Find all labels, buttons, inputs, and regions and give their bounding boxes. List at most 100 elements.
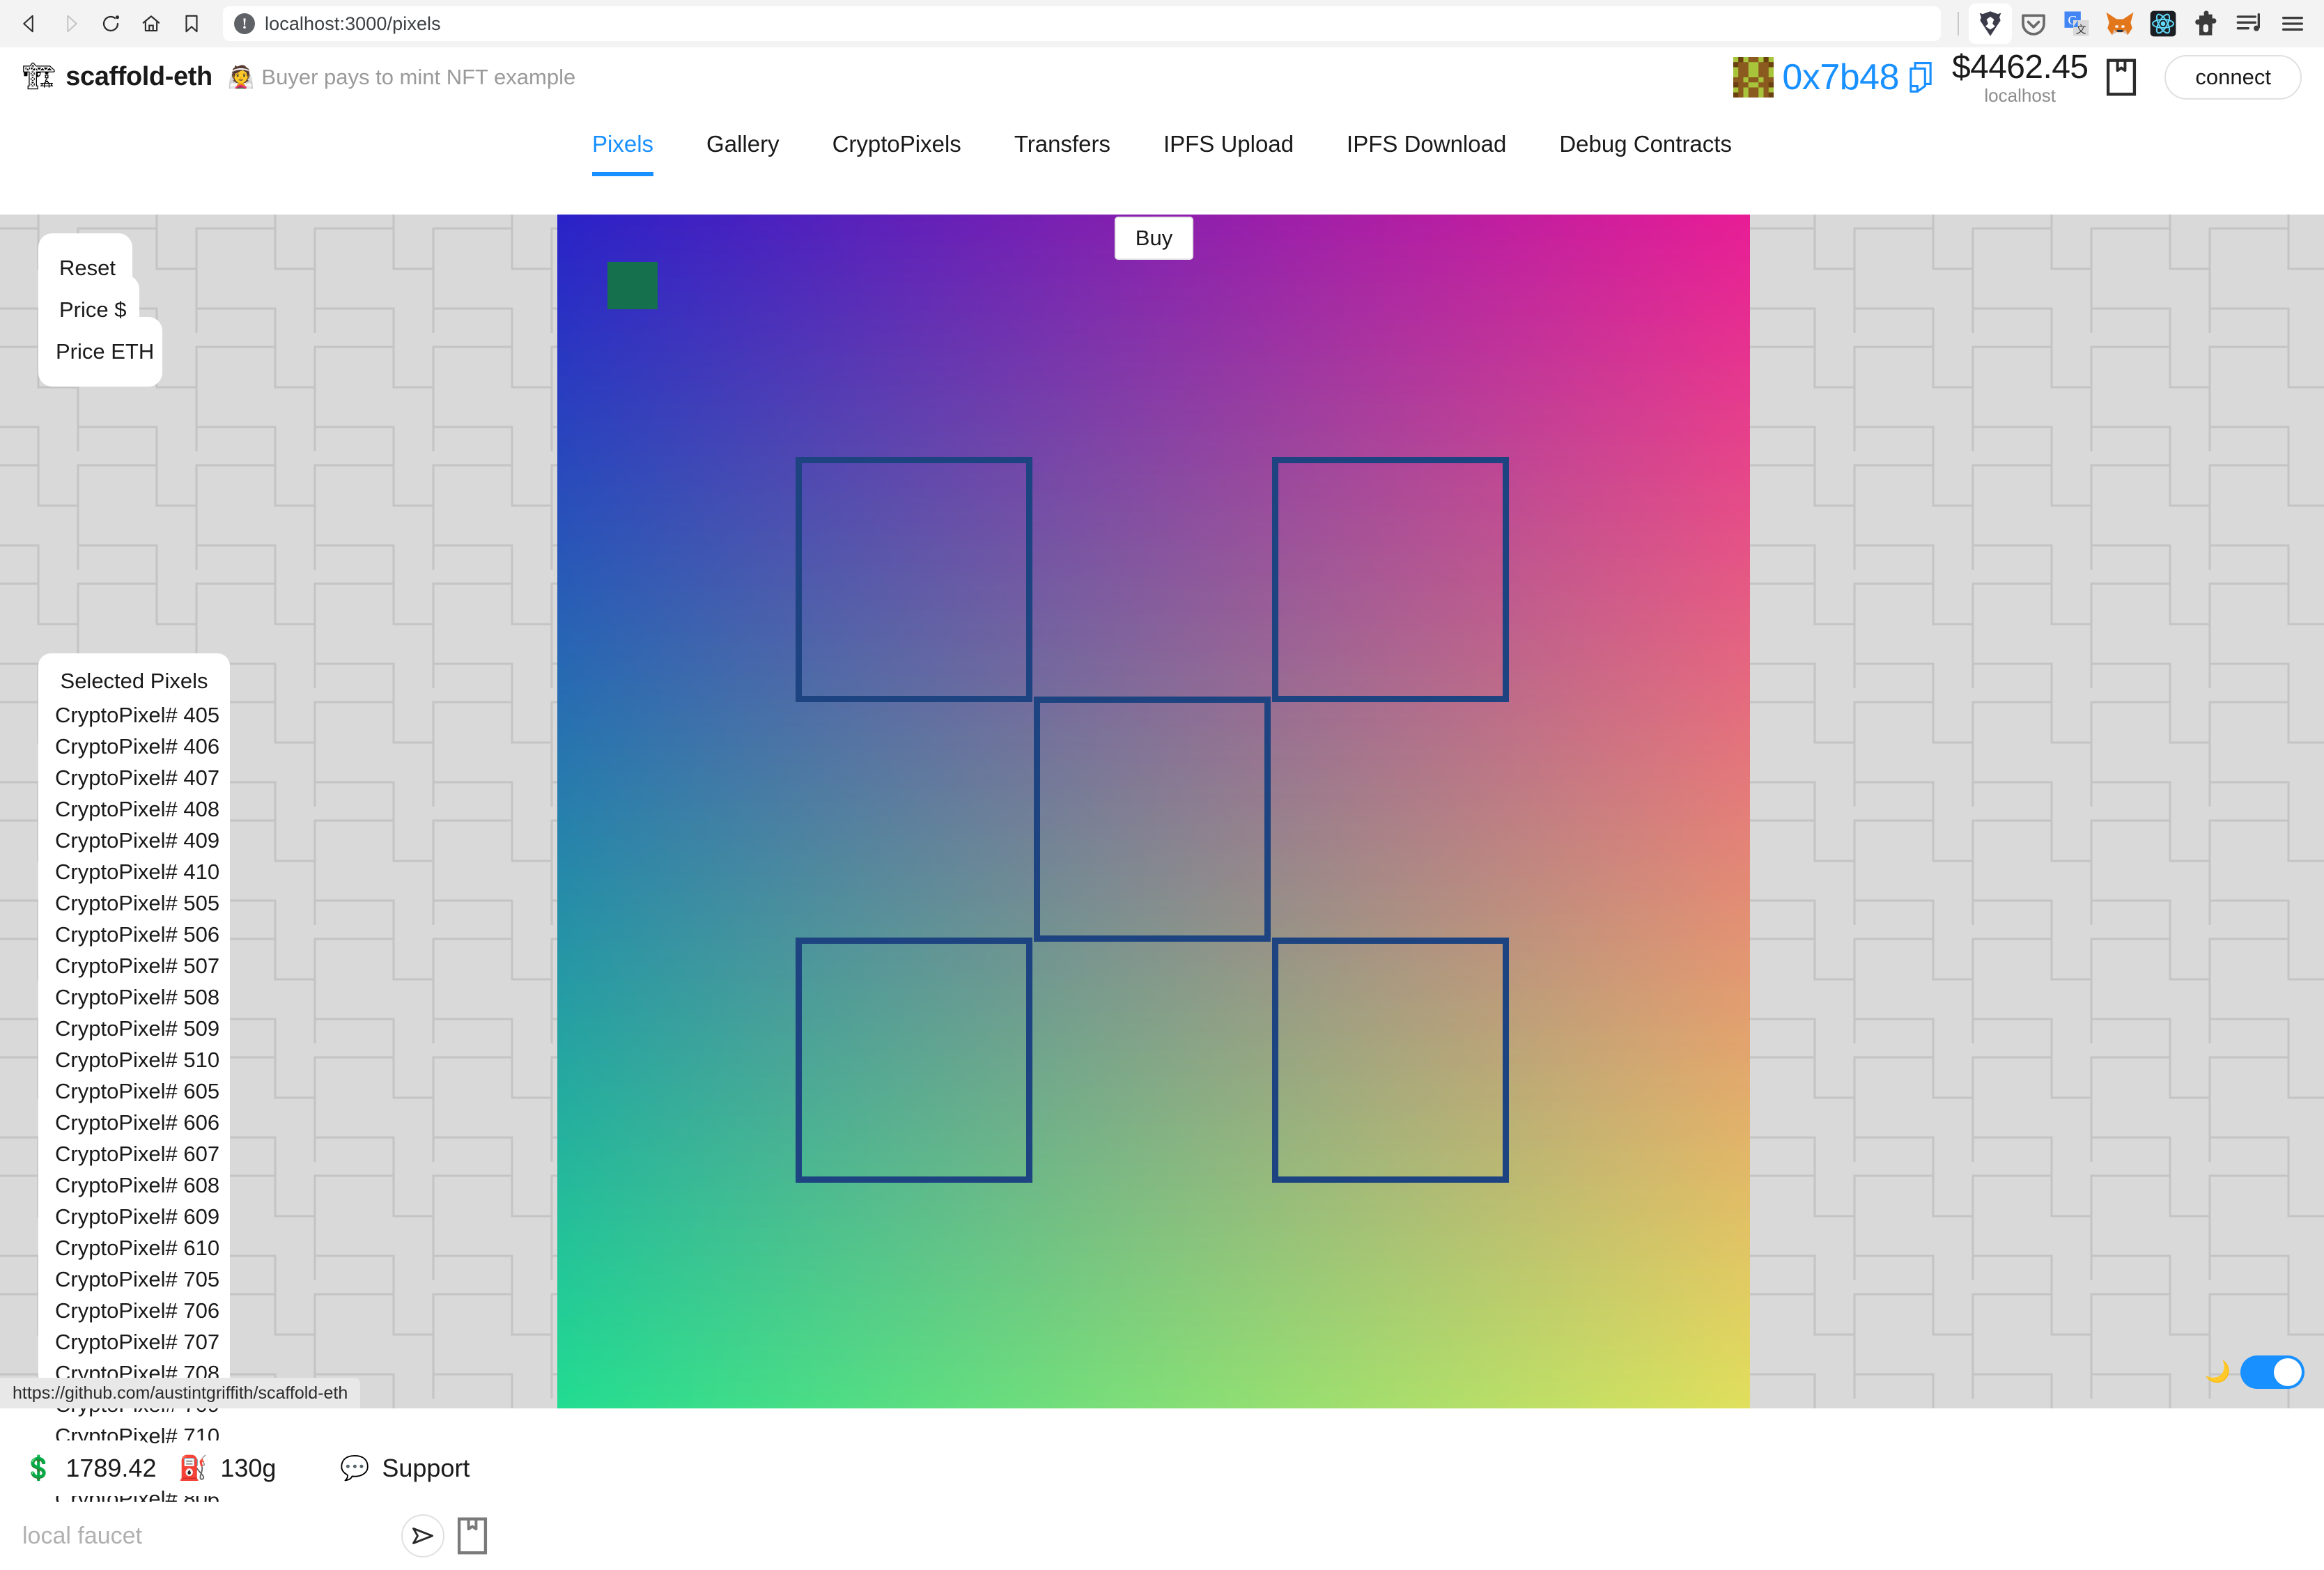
- selected-pixel-item[interactable]: CryptoPixel# 605: [38, 1075, 230, 1107]
- network-label: localhost: [1984, 84, 2056, 106]
- tab-debug-contracts[interactable]: Debug Contracts: [1533, 119, 1758, 169]
- selected-pixel-item[interactable]: CryptoPixel# 505: [38, 887, 230, 919]
- browser-toolbar: ! localhost:3000/pixels G 文: [0, 0, 2324, 47]
- brave-lion-icon[interactable]: [1969, 3, 2012, 44]
- price-pill[interactable]: 💲 1789.42: [0, 1440, 164, 1496]
- selected-pixel-item[interactable]: CryptoPixel# 607: [38, 1138, 230, 1169]
- connect-button[interactable]: connect: [2164, 54, 2302, 100]
- bookmark-icon: [185, 15, 198, 33]
- fuel-pump-icon: ⛽: [178, 1455, 208, 1482]
- page-body: Buy Reset Price $ Price ETH Selected Pix…: [0, 215, 2324, 1570]
- selected-pixel-item[interactable]: CryptoPixel# 609: [38, 1201, 230, 1232]
- blockie-avatar: [1733, 56, 1774, 98]
- dollar-icon: 💲: [24, 1455, 54, 1482]
- wallet-address[interactable]: 0x7b48: [1782, 56, 1899, 98]
- bride-icon: 👰: [227, 65, 255, 89]
- buy-button[interactable]: Buy: [1115, 217, 1193, 260]
- selected-pixels-panel: Selected Pixels CryptoPixel# 405 CryptoPi…: [38, 653, 230, 1552]
- gas-value: 130g: [220, 1454, 277, 1482]
- selected-pixel-item[interactable]: CryptoPixel# 606: [38, 1107, 230, 1138]
- site-info-icon[interactable]: !: [234, 13, 255, 34]
- selected-pixels-list[interactable]: CryptoPixel# 405 CryptoPixel# 406 CryptoPi…: [38, 699, 230, 1552]
- tab-ipfs-download[interactable]: IPFS Download: [1320, 119, 1533, 169]
- brand-name: scaffold-eth: [65, 62, 212, 91]
- dark-mode-switch[interactable]: [2240, 1355, 2304, 1389]
- selected-pixel-item[interactable]: CryptoPixel# 509: [38, 1013, 230, 1044]
- price-eth-button[interactable]: Price ETH: [38, 317, 162, 387]
- tab-pixels[interactable]: Pixels: [566, 119, 680, 176]
- address-bar[interactable]: ! localhost:3000/pixels: [223, 6, 1941, 41]
- faucet-send-button[interactable]: [401, 1514, 444, 1557]
- back-arrow-icon: [23, 15, 33, 33]
- canvas-controls: Reset Price $ Price ETH: [38, 233, 162, 387]
- selected-pixel-item[interactable]: CryptoPixel# 608: [38, 1169, 230, 1201]
- back-button[interactable]: [10, 3, 50, 44]
- gas-pill[interactable]: ⛽ 130g: [155, 1440, 294, 1496]
- balance-amount: $4462.45: [1952, 48, 2089, 86]
- selected-pixel-item[interactable]: CryptoPixel# 507: [38, 950, 230, 981]
- selected-region-center[interactable]: [1034, 697, 1271, 942]
- wallet-icon[interactable]: [2106, 59, 2137, 96]
- pocket-icon[interactable]: [2012, 3, 2055, 44]
- selected-region-top-right[interactable]: [1272, 457, 1509, 702]
- metamask-fox-icon[interactable]: [2098, 3, 2141, 44]
- faucet-wallet-icon[interactable]: [457, 1517, 488, 1555]
- selected-region-bottom-right[interactable]: [1272, 938, 1509, 1183]
- selected-pixel-item[interactable]: CryptoPixel# 705: [38, 1264, 230, 1295]
- account-display[interactable]: 0x7b48: [1733, 54, 1934, 101]
- url-text: localhost:3000/pixels: [265, 13, 441, 34]
- selected-pixel-item[interactable]: CryptoPixel# 510: [38, 1044, 230, 1075]
- send-icon: [412, 1528, 433, 1544]
- support-button[interactable]: 💬 Support: [316, 1440, 499, 1496]
- copy-icon[interactable]: [1907, 61, 1934, 93]
- tab-transfers[interactable]: Transfers: [988, 119, 1137, 169]
- faucet-bar: [0, 1502, 506, 1570]
- google-translate-icon[interactable]: G 文: [2055, 3, 2098, 44]
- selected-region-bottom-left[interactable]: [796, 938, 1032, 1183]
- selected-pixel-item[interactable]: CryptoPixel# 707: [38, 1326, 230, 1358]
- home-icon: [142, 15, 160, 32]
- react-devtools-icon[interactable]: [2141, 3, 2185, 44]
- chat-bubble-icon: 💬: [340, 1455, 370, 1482]
- status-bar-link: https://github.com/austintgriffith/scaff…: [0, 1378, 361, 1408]
- selected-region-top-left[interactable]: [796, 457, 1032, 702]
- brand-logo[interactable]: 🏗 scaffold-eth: [22, 62, 212, 92]
- selected-pixel-item[interactable]: CryptoPixel# 508: [38, 981, 230, 1013]
- tab-cryptopixels[interactable]: CryptoPixels: [806, 119, 988, 169]
- faucet-input[interactable]: [22, 1522, 401, 1550]
- hamburger-menu-icon[interactable]: [2271, 3, 2314, 44]
- owned-pixel-square[interactable]: [607, 262, 658, 309]
- browser-extensions: G 文: [1941, 3, 2314, 44]
- selected-pixel-item[interactable]: CryptoPixel# 610: [38, 1232, 230, 1264]
- support-label: Support: [382, 1454, 470, 1482]
- selected-pixel-item[interactable]: CryptoPixel# 409: [38, 825, 230, 856]
- reload-icon: [102, 15, 119, 32]
- selected-pixel-item[interactable]: CryptoPixel# 506: [38, 919, 230, 950]
- pixel-canvas[interactable]: Buy: [557, 215, 1750, 1408]
- main-navigation: Pixels Gallery CryptoPixels Transfers IP…: [0, 107, 2324, 215]
- balance-display[interactable]: $4462.45 localhost: [1952, 48, 2089, 107]
- reload-button[interactable]: [91, 3, 131, 44]
- app-header: 🏗 scaffold-eth 👰 Buyer pays to mint NFT …: [0, 47, 2324, 107]
- home-button[interactable]: [131, 3, 171, 44]
- app-tagline: 👰 Buyer pays to mint NFT example: [228, 64, 575, 90]
- switch-knob: [2274, 1358, 2302, 1386]
- playlist-icon[interactable]: [2228, 3, 2271, 44]
- tab-gallery[interactable]: Gallery: [680, 119, 806, 169]
- puzzle-extensions-icon[interactable]: [2185, 3, 2228, 44]
- bookmark-button[interactable]: [171, 3, 212, 44]
- forward-arrow-icon: [67, 15, 77, 33]
- selected-pixel-item[interactable]: CryptoPixel# 406: [38, 731, 230, 762]
- price-value: 1789.42: [65, 1454, 157, 1482]
- header-account-area: 0x7b48 $4462.45 localhost connect: [1733, 48, 2302, 107]
- moon-icon: 🌙: [2204, 1360, 2231, 1383]
- tab-ipfs-upload[interactable]: IPFS Upload: [1137, 119, 1320, 169]
- selected-pixel-item[interactable]: CryptoPixel# 408: [38, 793, 230, 825]
- selected-pixel-item[interactable]: CryptoPixel# 405: [38, 699, 230, 731]
- selected-pixels-title: Selected Pixels: [60, 669, 208, 693]
- selected-pixel-item[interactable]: CryptoPixel# 407: [38, 762, 230, 793]
- selected-pixel-item[interactable]: CryptoPixel# 410: [38, 856, 230, 887]
- bottom-status-row: 💲 1789.42 ⛽ 130g 💬 Support: [0, 1440, 499, 1496]
- forward-button[interactable]: [50, 3, 91, 44]
- selected-pixel-item[interactable]: CryptoPixel# 706: [38, 1295, 230, 1326]
